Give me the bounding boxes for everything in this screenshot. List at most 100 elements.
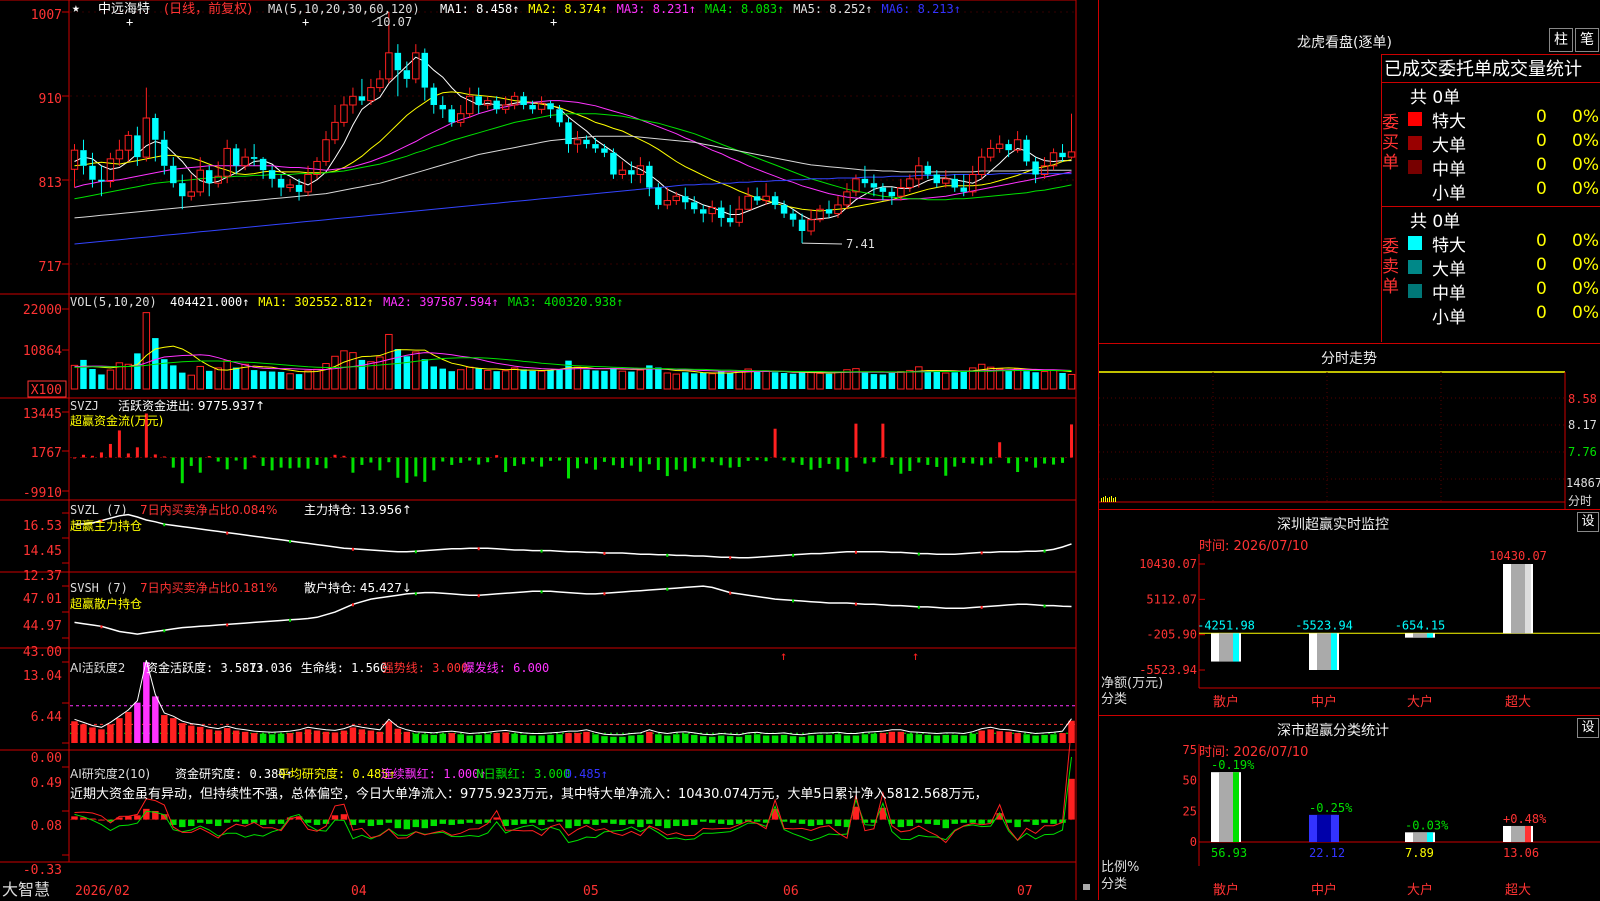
candle-body [601, 148, 608, 153]
candle-body [170, 165, 177, 184]
activity-bar [951, 734, 958, 743]
main-ytick: 813 [39, 176, 62, 191]
research-bar [655, 819, 662, 827]
svsh-ytick: 44.97 [23, 619, 62, 634]
class-change-label: +0.48% [1503, 812, 1547, 826]
svzj-bar [575, 457, 579, 469]
volume-bar [295, 374, 303, 389]
svzj-bar [629, 457, 633, 466]
candle-body [340, 104, 348, 123]
activity-bar [762, 735, 770, 743]
low-pointer [802, 242, 843, 245]
value-label: N日飘红: 3.000 [476, 766, 570, 781]
svzj-bar [899, 457, 903, 474]
activity-bar [511, 733, 518, 743]
value-label: 强势线: 3.000 [382, 661, 469, 675]
value-label: MA6: 8.213↑ [882, 2, 961, 16]
candle-body [861, 178, 869, 184]
candle-body [565, 122, 572, 145]
activity-bar [277, 733, 285, 743]
svzj-bar [647, 457, 651, 465]
research-bar [430, 819, 438, 827]
ma-params: MA(5,10,20,30,60,120) [268, 2, 420, 16]
candle-body [250, 157, 258, 159]
activity-bar [430, 734, 438, 743]
tick-view-button[interactable]: 笔 [1575, 28, 1599, 52]
svzj-bar [863, 457, 867, 464]
activity-bar [385, 721, 393, 743]
activity-bar [637, 734, 644, 743]
activity-bar [493, 733, 500, 743]
sell-total: 共 0单 [1410, 212, 1461, 232]
candle-body [493, 100, 500, 110]
ai-research-values: 资金研究度: 0.380↑平均研究度: 0.485↑连续飘红: 1.000↑N日… [175, 766, 608, 781]
research-bar [412, 819, 420, 828]
activity-bar [744, 734, 752, 743]
candle-body [367, 87, 375, 102]
value-label: 生命线: 1.560 [301, 660, 388, 675]
research-bar [313, 819, 321, 825]
svzl-series-dot [854, 550, 857, 554]
candle-body [573, 139, 582, 145]
svzl-series-dot [351, 547, 354, 551]
volume-bar [735, 370, 743, 390]
candle-body [70, 149, 79, 170]
svzj-bar [90, 455, 94, 458]
order-count: 0 [1536, 155, 1547, 175]
intraday-vol-bar [1103, 497, 1104, 502]
svsh-series-dot [414, 592, 417, 596]
column-view-button[interactable]: 柱 [1549, 28, 1573, 52]
activity-bar [1041, 734, 1048, 743]
svsh-series-dot [603, 592, 606, 596]
monitor-bar [1503, 564, 1533, 634]
monitor-bar-value: -654.15 [1395, 618, 1446, 632]
candle-body [628, 170, 635, 175]
svzj-bars [70, 413, 1076, 484]
candlesticks[interactable] [70, 12, 1076, 244]
activity-bar [933, 735, 941, 743]
research-bar [637, 819, 644, 828]
class-panel: 深市超赢分类统计 设 时间: 2026/07/10 75 50 25 0 -0.19% 5… [1099, 715, 1600, 901]
value-label: 资金研究度: 0.380↑ [175, 766, 293, 781]
svsh-series-dot [666, 587, 669, 591]
intraday-ytick: 8.58 [1568, 392, 1597, 406]
activity-bar [448, 733, 455, 743]
svzj-bar [845, 457, 849, 472]
research-bar [331, 815, 339, 820]
volume-bar [124, 363, 133, 390]
buy-total: 共 0单 [1410, 88, 1461, 108]
order-type-label: 中单 [1432, 160, 1466, 180]
svzj-ytick: 13445 [23, 407, 62, 422]
research-bar [816, 819, 824, 825]
value-label: MA1: 302552.812↑ [258, 295, 374, 309]
volume-bar [691, 373, 698, 389]
stock-name: 中远海特 [98, 2, 150, 17]
lock-icon[interactable] [1083, 884, 1090, 890]
volume-bar [780, 373, 788, 389]
volume-bars [70, 312, 1076, 390]
candle-body [439, 104, 446, 110]
svzj-bar [162, 456, 166, 458]
volume-bar [179, 372, 186, 389]
candle-body [223, 147, 231, 177]
kline-chart-area[interactable]: + + + ↑ ↑ ★ 中远海特 (日线，前复权) MA(5,10,20,30,60,… [0, 0, 1100, 900]
up-arrow-icon: ↑ [912, 649, 919, 663]
svzl-series-dot [289, 540, 292, 544]
candle-body [825, 209, 833, 214]
candle-body [241, 156, 249, 167]
order-count: 0 [1536, 255, 1547, 275]
research-bar [924, 819, 932, 824]
candle-body [179, 183, 186, 197]
svzl-ytick: 12.37 [23, 569, 62, 584]
volume-bar [672, 373, 681, 390]
svzj-title: SVZJ [70, 399, 99, 413]
candle-body [80, 150, 87, 166]
svzj-bar [998, 442, 1002, 458]
svzl-series-dot [1043, 549, 1046, 553]
candle-body [1032, 161, 1039, 175]
research-bar [915, 819, 923, 823]
volume-bar [708, 373, 716, 390]
svzj-bar [944, 457, 948, 476]
svzj-bar [1043, 457, 1047, 464]
value-label: MA3: 400320.938↑ [508, 295, 624, 309]
